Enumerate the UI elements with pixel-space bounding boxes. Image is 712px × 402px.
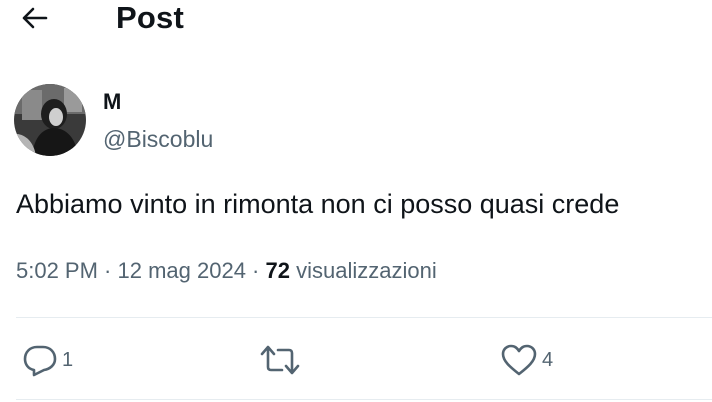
meta-separator: · <box>245 258 266 283</box>
author-handle[interactable]: @Biscoblu <box>103 125 213 153</box>
views-count: 72 <box>265 258 290 283</box>
like-count: 4 <box>542 349 554 371</box>
meta-separator: · <box>97 258 118 283</box>
heart-icon <box>501 344 537 376</box>
post-header: Post <box>0 0 712 40</box>
retweet-icon <box>260 345 300 375</box>
tweet-meta: 5:02 PM · 12 mag 2024 · 72 visualizzazio… <box>16 256 437 286</box>
divider <box>16 399 712 400</box>
divider <box>16 317 712 318</box>
tweet-text: Abbiamo vinto in rimonta non ci posso qu… <box>16 189 620 219</box>
profile-photo <box>14 84 86 156</box>
tweet-time[interactable]: 5:02 PM <box>16 258 98 283</box>
tweet-date[interactable]: 12 mag 2024 <box>118 258 246 283</box>
retweet-button[interactable] <box>258 340 306 380</box>
reply-button[interactable]: 1 <box>22 340 73 380</box>
views-label: visualizzazioni <box>289 258 437 283</box>
author-display-name[interactable]: M <box>103 89 121 115</box>
reply-count: 1 <box>62 349 74 371</box>
like-button[interactable]: 4 <box>500 340 553 380</box>
reply-icon <box>23 345 57 377</box>
avatar[interactable] <box>14 84 86 156</box>
page-title: Post <box>116 0 184 35</box>
arrow-left-icon <box>22 7 48 29</box>
back-button[interactable] <box>18 4 50 32</box>
